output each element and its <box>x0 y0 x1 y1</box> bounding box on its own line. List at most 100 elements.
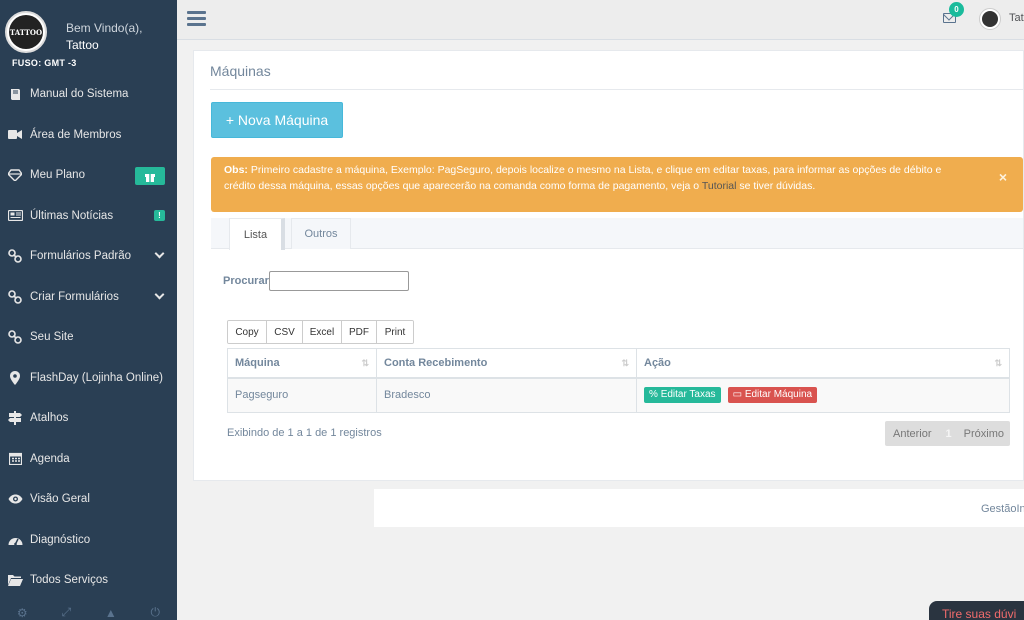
sidebar-item-criar-formularios[interactable]: Criar Formulários <box>0 277 177 318</box>
alert-label: Obs: <box>224 164 248 176</box>
signpost-icon <box>7 411 23 426</box>
sidebar-footer: ⚙ ⤢ ▲ ⏻ <box>0 602 177 620</box>
cell-conta: Bradesco <box>376 377 637 413</box>
tab-lista[interactable]: Lista <box>229 218 285 250</box>
link-icon <box>7 289 23 304</box>
profile: TATTOO Bem Vindo(a), Tattoo <box>0 0 177 56</box>
page-number[interactable]: 1 <box>940 428 958 440</box>
sidebar-item-meu-plano[interactable]: Meu Plano <box>0 155 177 196</box>
sidebar-item-label: Criar Formulários <box>30 290 119 303</box>
print-button[interactable]: Print <box>377 321 413 343</box>
alert-text: Primeiro cadastre a máquina, Exemplo: Pa… <box>224 164 942 192</box>
sidebar-item-label: Área de Membros <box>30 128 122 141</box>
sidebar-item-label: Meu Plano <box>30 169 85 182</box>
table-info: Exibindo de 1 a 1 de 1 registros <box>227 427 382 439</box>
logo[interactable]: TATTOO <box>5 11 47 53</box>
sort-icon: ⇅ <box>361 358 369 368</box>
close-icon[interactable]: × <box>999 169 1007 185</box>
next-page-button[interactable]: Próximo <box>958 428 1010 440</box>
previous-page-button[interactable]: Anterior <box>885 428 940 440</box>
button-label: Editar Máquina <box>744 389 813 401</box>
tab-bar: Lista Outros <box>211 218 1023 250</box>
chevron-down-icon <box>154 289 165 299</box>
column-header-label: Ação <box>644 356 671 369</box>
power-icon[interactable]: ⏻ <box>151 605 161 620</box>
sort-icon: ⇅ <box>994 358 1002 368</box>
gift-icon[interactable] <box>135 167 165 185</box>
percent-icon: % <box>649 389 658 401</box>
export-buttons: Copy CSV Excel PDF Print <box>227 320 414 344</box>
timezone-label: FUSO: GMT -3 <box>12 58 77 68</box>
info-alert: Obs: Primeiro cadastre a máquina, Exempl… <box>211 157 1023 212</box>
sidebar-item-diagnostico[interactable]: Diagnóstico <box>0 520 177 561</box>
sort-icon: ⇅ <box>621 358 629 368</box>
button-label: Editar Taxas <box>660 389 716 401</box>
alert-badge: ! <box>154 209 165 221</box>
divider <box>210 89 1023 90</box>
column-header-label: Máquina <box>235 356 280 369</box>
sidebar-item-agenda[interactable]: Agenda <box>0 439 177 480</box>
csv-button[interactable]: CSV <box>267 321 303 343</box>
column-header-conta[interactable]: Conta Recebimento ⇅ <box>376 348 637 379</box>
menu-toggle-icon[interactable] <box>187 11 206 26</box>
user-avatar[interactable] <box>979 8 1001 30</box>
sidebar-item-flashday[interactable]: FlashDay (Lojinha Online) <box>0 358 177 399</box>
video-icon <box>7 128 23 142</box>
sidebar-item-noticias[interactable]: Últimas Notícias ! <box>0 196 177 237</box>
column-header-label: Conta Recebimento <box>384 356 488 369</box>
sidebar-item-area-membros[interactable]: Área de Membros <box>0 115 177 156</box>
sidebar-item-label: Últimas Notícias <box>30 209 114 222</box>
chevron-down-icon <box>154 248 165 259</box>
sidebar-item-label: Formulários Padrão <box>30 250 131 263</box>
newspaper-icon <box>7 209 23 223</box>
sidebar-item-formularios-padrao[interactable]: Formulários Padrão <box>0 236 177 277</box>
settings-icon[interactable]: ⚙ <box>17 606 28 620</box>
diamond-icon <box>7 168 23 182</box>
edit-machine-button[interactable]: ▭ Editar Máquina <box>727 387 818 404</box>
sidebar-item-seu-site[interactable]: Seu Site <box>0 317 177 358</box>
welcome-text: Bem Vindo(a), <box>66 21 143 35</box>
search-label: Procurar <box>223 275 269 287</box>
username: Tattoo <box>66 38 99 52</box>
dashboard-icon <box>7 533 23 547</box>
sidebar-item-visao-geral[interactable]: Visão Geral <box>0 479 177 520</box>
help-chat-button[interactable]: Tire suas dúvi <box>929 601 1024 620</box>
edit-fees-button[interactable]: % Editar Taxas <box>644 387 721 404</box>
topbar: 0 Tat <box>177 0 1024 40</box>
sidebar-item-atalhos[interactable]: Atalhos <box>0 398 177 439</box>
sidebar-item-manual[interactable]: Manual do Sistema <box>0 74 177 115</box>
notification-badge: 0 <box>949 2 964 17</box>
sidebar-item-todos-servicos[interactable]: Todos Serviços <box>0 560 177 601</box>
pdf-button[interactable]: PDF <box>342 321 377 343</box>
pagination: Anterior 1 Próximo <box>885 421 1010 446</box>
main-panel: Máquinas + Nova Máquina Obs: Primeiro ca… <box>193 50 1024 481</box>
new-machine-button[interactable]: + Nova Máquina <box>211 102 343 138</box>
book-icon <box>7 87 23 101</box>
lock-icon[interactable]: ▲ <box>105 606 117 620</box>
machines-table: Máquina ⇅ Conta Recebimento ⇅ Ação ⇅ Pag… <box>227 348 1010 413</box>
alert-text-after: se tiver dúvidas. <box>739 180 816 192</box>
copy-button[interactable]: Copy <box>228 321 267 343</box>
eye-icon <box>7 492 23 506</box>
search-input[interactable] <box>269 271 409 291</box>
column-header-maquina[interactable]: Máquina ⇅ <box>227 348 377 379</box>
table-row: Pagseguro Bradesco % Editar Taxas ▭ Edit… <box>227 377 1010 413</box>
column-header-acao[interactable]: Ação ⇅ <box>636 348 1010 379</box>
tutorial-link[interactable]: Tutorial <box>702 180 737 192</box>
sidebar-menu: Manual do Sistema Área de Membros Meu Pl… <box>0 74 177 601</box>
sidebar: TATTOO Bem Vindo(a), Tattoo FUSO: GMT -3… <box>0 0 177 620</box>
sidebar-item-label: Diagnóstico <box>30 533 91 546</box>
sidebar-item-label: Manual do Sistema <box>30 88 129 101</box>
logo-text: TATTOO <box>9 15 43 49</box>
excel-button[interactable]: Excel <box>303 321 342 343</box>
sidebar-item-label: Agenda <box>30 452 70 465</box>
link-icon <box>7 249 23 264</box>
page-title: Máquinas <box>210 63 271 79</box>
sidebar-item-label: FlashDay (Lojinha Online) <box>30 371 163 384</box>
sidebar-item-label: Seu Site <box>30 331 74 344</box>
fullscreen-icon[interactable]: ⤢ <box>61 605 71 620</box>
user-name[interactable]: Tat <box>1009 12 1024 24</box>
cell-acao: % Editar Taxas ▭ Editar Máquina <box>636 377 1010 413</box>
tab-outros[interactable]: Outros <box>291 218 351 249</box>
folder-icon <box>7 573 23 587</box>
